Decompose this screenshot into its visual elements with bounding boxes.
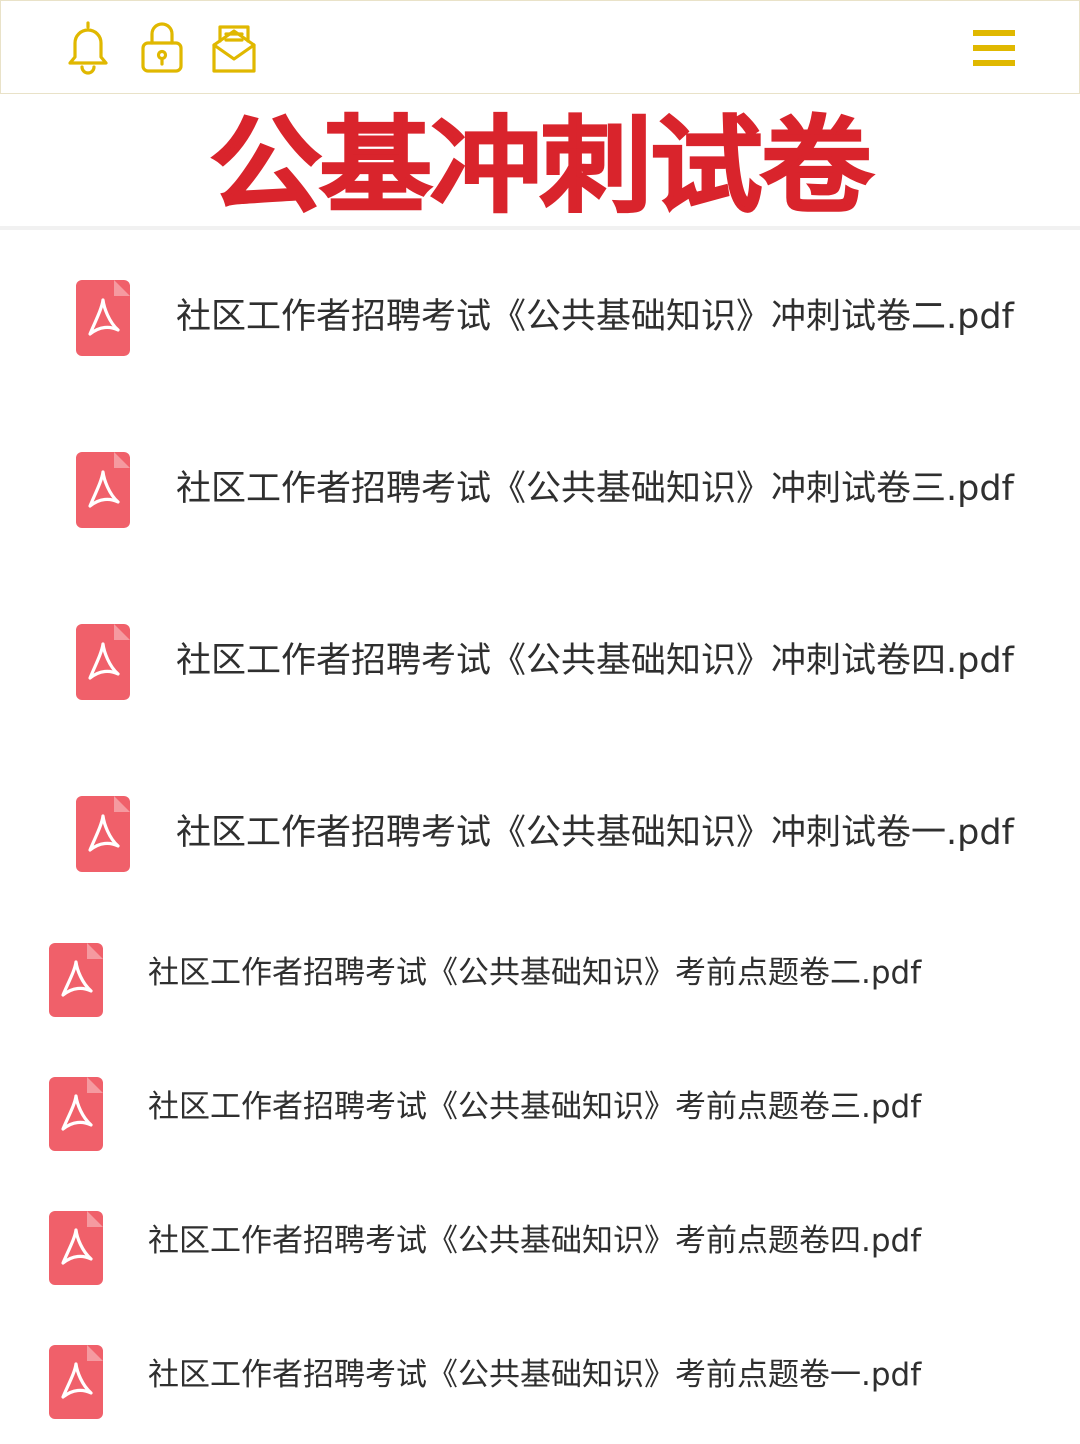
file-row[interactable]: 社区工作者招聘考试《公共基础知识》考前点题卷一.pdf	[0, 1310, 1080, 1444]
file-row[interactable]: 社区工作者招聘考试《公共基础知识》冲刺试卷一.pdf	[0, 746, 1080, 918]
bell-icon[interactable]	[63, 19, 113, 75]
file-name: 社区工作者招聘考试《公共基础知识》冲刺试卷二.pdf	[176, 297, 1014, 337]
sprint-file-list: 社区工作者招聘考试《公共基础知识》冲刺试卷二.pdf 社区工作者招聘考试《公共基…	[0, 226, 1080, 912]
file-name: 社区工作者招聘考试《公共基础知识》冲刺试卷三.pdf	[176, 469, 1014, 509]
headline-banner: 公基冲刺试卷	[0, 95, 1080, 225]
pdf-icon	[76, 624, 130, 700]
file-name: 社区工作者招聘考试《公共基础知识》考前点题卷一.pdf	[148, 1357, 922, 1393]
file-row[interactable]: 社区工作者招聘考试《公共基础知识》考前点题卷四.pdf	[0, 1176, 1080, 1310]
file-row[interactable]: 社区工作者招聘考试《公共基础知识》冲刺试卷二.pdf	[0, 230, 1080, 402]
lock-icon[interactable]	[137, 19, 187, 75]
file-row[interactable]: 社区工作者招聘考试《公共基础知识》冲刺试卷四.pdf	[0, 574, 1080, 746]
menu-icon[interactable]	[973, 30, 1015, 66]
pdf-icon	[49, 1345, 103, 1419]
file-name: 社区工作者招聘考试《公共基础知识》冲刺试卷一.pdf	[176, 813, 1014, 853]
pdf-icon	[49, 1211, 103, 1285]
pdf-icon	[76, 452, 130, 528]
pdf-icon	[76, 280, 130, 356]
top-bar	[0, 0, 1080, 94]
file-name: 社区工作者招聘考试《公共基础知识》考前点题卷二.pdf	[148, 955, 922, 991]
mail-icon[interactable]	[209, 19, 259, 75]
page-title: 公基冲刺试卷	[208, 105, 873, 227]
pdf-icon	[49, 1077, 103, 1151]
file-row[interactable]: 社区工作者招聘考试《公共基础知识》冲刺试卷三.pdf	[0, 402, 1080, 574]
file-row[interactable]: 社区工作者招聘考试《公共基础知识》考前点题卷二.pdf	[0, 908, 1080, 1042]
preexam-file-list: 社区工作者招聘考试《公共基础知识》考前点题卷二.pdf 社区工作者招聘考试《公共…	[0, 908, 1080, 1440]
pdf-icon	[76, 796, 130, 872]
pdf-icon	[49, 943, 103, 1017]
file-row[interactable]: 社区工作者招聘考试《公共基础知识》考前点题卷三.pdf	[0, 1042, 1080, 1176]
file-name: 社区工作者招聘考试《公共基础知识》考前点题卷四.pdf	[148, 1223, 922, 1259]
file-name: 社区工作者招聘考试《公共基础知识》考前点题卷三.pdf	[148, 1089, 922, 1125]
file-name: 社区工作者招聘考试《公共基础知识》冲刺试卷四.pdf	[176, 641, 1014, 681]
